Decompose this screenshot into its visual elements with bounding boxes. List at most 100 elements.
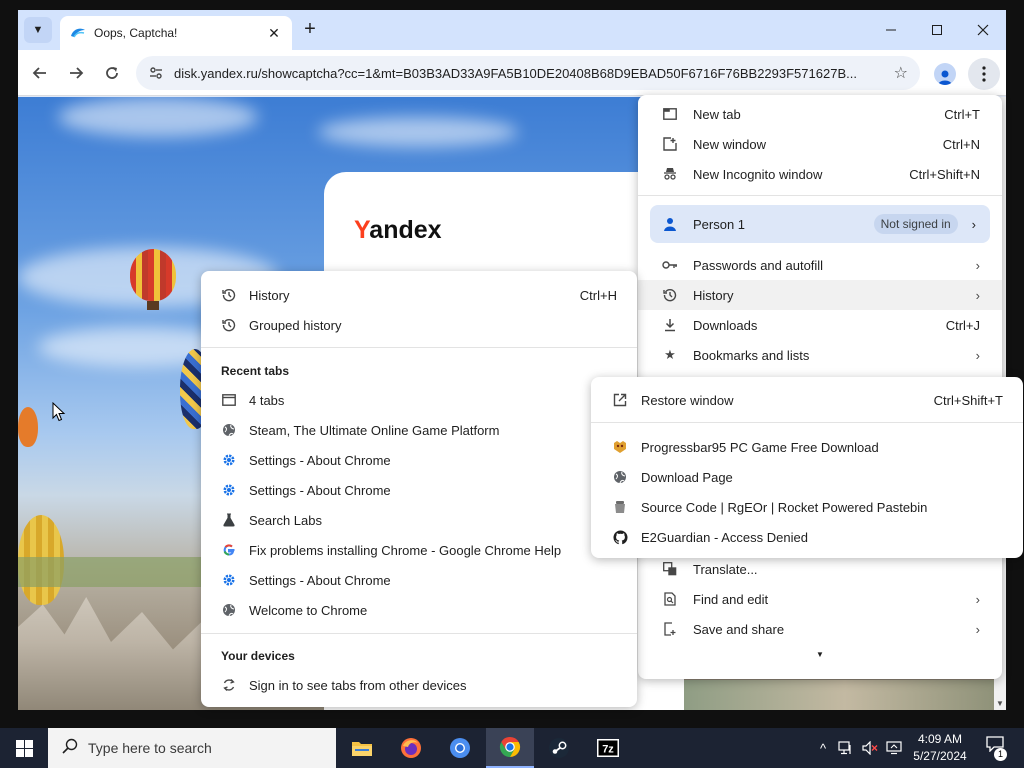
taskbar-clock[interactable]: 4:09 AM 5/27/2024 bbox=[906, 731, 974, 765]
mouse-cursor-icon bbox=[52, 402, 66, 422]
firefox-icon bbox=[401, 738, 421, 758]
taskbar-search-box[interactable]: Type here to search bbox=[48, 728, 336, 768]
open-in-new-icon bbox=[612, 392, 628, 408]
window-tabs-submenu: Restore window Ctrl+Shift+T Progressbar9… bbox=[591, 377, 1023, 558]
settings-icon bbox=[221, 572, 237, 588]
chevron-right-icon: › bbox=[975, 591, 980, 607]
recent-tab-item[interactable]: Search Labs bbox=[201, 505, 637, 535]
menu-item-restore-window[interactable]: Restore window Ctrl+Shift+T bbox=[591, 385, 1023, 415]
reload-icon bbox=[106, 67, 118, 79]
reload-button[interactable] bbox=[100, 61, 124, 85]
download-icon bbox=[662, 317, 678, 333]
close-window-button[interactable] bbox=[960, 16, 1006, 44]
history-submenu: History Ctrl+H Grouped history Recent ta… bbox=[201, 271, 637, 707]
menu-item-bookmarks[interactable]: ★ Bookmarks and lists › bbox=[638, 340, 1002, 370]
menu-item-profile[interactable]: Person 1 Not signed in › bbox=[650, 205, 990, 243]
7zip-icon: 7z bbox=[597, 739, 619, 757]
window-tab-item[interactable]: Download Page bbox=[591, 462, 1023, 492]
recent-tab-item[interactable]: 4 tabs bbox=[201, 385, 637, 415]
recent-tab-item[interactable]: Settings - About Chrome bbox=[201, 475, 637, 505]
site-info-icon[interactable] bbox=[148, 65, 164, 81]
history-icon bbox=[221, 287, 237, 303]
new-tab-button[interactable]: + bbox=[298, 18, 322, 42]
taskbar-chromium[interactable] bbox=[436, 728, 484, 768]
back-button[interactable] bbox=[28, 61, 52, 85]
url-text[interactable]: disk.yandex.ru/showcaptcha?cc=1&mt=B03B3… bbox=[174, 66, 886, 81]
more-items-arrow-icon[interactable]: ▼ bbox=[816, 650, 824, 659]
menu-item-new-window[interactable]: New window Ctrl+N bbox=[638, 129, 1002, 159]
menu-separator bbox=[201, 347, 637, 348]
window-icon bbox=[221, 392, 237, 408]
steam-icon bbox=[549, 738, 569, 758]
folder-icon bbox=[352, 742, 372, 756]
taskbar-chrome[interactable] bbox=[486, 728, 534, 768]
menu-item-passwords[interactable]: Passwords and autofill › bbox=[638, 250, 1002, 280]
taskbar-7zip[interactable]: 7z bbox=[584, 728, 632, 768]
tab-search-button[interactable]: ▼ bbox=[24, 17, 52, 43]
scroll-down-icon[interactable]: ▼ bbox=[996, 699, 1004, 708]
taskbar-firefox[interactable] bbox=[387, 728, 435, 768]
pastebin-icon bbox=[612, 499, 628, 515]
menu-item-save-share[interactable]: Save and share › bbox=[638, 614, 1002, 644]
chromium-icon bbox=[450, 738, 470, 758]
incognito-icon bbox=[662, 166, 678, 182]
recent-tab-item[interactable]: Steam, The Ultimate Online Game Platform bbox=[201, 415, 637, 445]
window-tab-item[interactable]: Progressbar95 PC Game Free Download bbox=[591, 432, 1023, 462]
menu-item-grouped-history[interactable]: Grouped history bbox=[201, 310, 637, 340]
star-icon: ★ bbox=[664, 347, 676, 362]
hot-air-balloon-image bbox=[130, 249, 176, 301]
taskbar-file-explorer[interactable] bbox=[338, 728, 386, 768]
search-placeholder: Type here to search bbox=[88, 740, 212, 756]
profile-avatar-button[interactable] bbox=[934, 63, 956, 85]
menu-item-history-page[interactable]: History Ctrl+H bbox=[201, 280, 637, 310]
clock-time: 4:09 AM bbox=[917, 732, 963, 746]
globe-icon bbox=[612, 469, 628, 485]
background-cloud bbox=[58, 97, 258, 137]
github-icon bbox=[612, 529, 628, 545]
menu-item-translate[interactable]: Translate... bbox=[638, 554, 1002, 584]
maximize-button[interactable] bbox=[914, 16, 960, 44]
window-tab-item[interactable]: E2Guardian - Access Denied bbox=[591, 522, 1023, 552]
menu-item-sign-in-devices[interactable]: Sign in to see tabs from other devices bbox=[201, 670, 637, 700]
chrome-menu-button[interactable] bbox=[968, 58, 1000, 90]
recent-tab-item[interactable]: Welcome to Chrome bbox=[201, 595, 637, 625]
windows-logo-icon bbox=[15, 739, 33, 757]
translate-icon bbox=[662, 561, 678, 577]
hot-air-balloon-image bbox=[18, 407, 38, 447]
address-bar[interactable]: disk.yandex.ru/showcaptcha?cc=1&mt=B03B3… bbox=[136, 56, 920, 90]
bookmark-star-icon[interactable]: ☆ bbox=[894, 63, 908, 83]
display-icon[interactable] bbox=[884, 728, 904, 768]
yandex-disk-favicon-icon bbox=[71, 28, 85, 38]
menu-item-new-tab[interactable]: New tab Ctrl+T bbox=[638, 99, 1002, 129]
taskbar-steam[interactable] bbox=[535, 728, 583, 768]
chevron-right-icon: › bbox=[975, 347, 980, 363]
start-button[interactable] bbox=[0, 728, 48, 768]
forward-button[interactable] bbox=[64, 61, 88, 85]
person-icon bbox=[938, 70, 952, 85]
chrome-icon bbox=[499, 736, 521, 758]
recent-tab-item[interactable]: Fix problems installing Chrome - Google … bbox=[201, 535, 637, 565]
tray-overflow-chevron-icon[interactable]: ^ bbox=[814, 728, 832, 768]
search-icon bbox=[62, 738, 78, 759]
menu-item-find-edit[interactable]: Find and edit › bbox=[638, 584, 1002, 614]
network-icon[interactable] bbox=[836, 728, 856, 768]
recent-tab-item[interactable]: Settings - About Chrome bbox=[201, 445, 637, 475]
minimize-button[interactable] bbox=[868, 16, 914, 44]
yandex-logo: Yandex bbox=[354, 216, 442, 244]
menu-item-new-incognito[interactable]: New Incognito window Ctrl+Shift+N bbox=[638, 159, 1002, 189]
settings-icon bbox=[221, 482, 237, 498]
background-cloud bbox=[318, 117, 518, 147]
volume-muted-icon[interactable] bbox=[860, 728, 880, 768]
recent-tabs-heading: Recent tabs bbox=[221, 364, 290, 378]
notification-center-button[interactable]: 1 bbox=[980, 736, 1010, 761]
menu-item-downloads[interactable]: Downloads Ctrl+J bbox=[638, 310, 1002, 340]
tab-close-icon[interactable]: ✕ bbox=[266, 25, 282, 42]
menu-separator bbox=[638, 195, 1002, 196]
save-share-icon bbox=[662, 621, 678, 637]
menu-item-history[interactable]: History › bbox=[638, 280, 1002, 310]
arrow-left-icon bbox=[32, 67, 46, 79]
chevron-right-icon: › bbox=[975, 621, 980, 637]
tab-active[interactable]: Oops, Captcha! ✕ bbox=[60, 16, 292, 50]
recent-tab-item[interactable]: Settings - About Chrome bbox=[201, 565, 637, 595]
window-tab-item[interactable]: Source Code | RgEOr | Rocket Powered Pas… bbox=[591, 492, 1023, 522]
